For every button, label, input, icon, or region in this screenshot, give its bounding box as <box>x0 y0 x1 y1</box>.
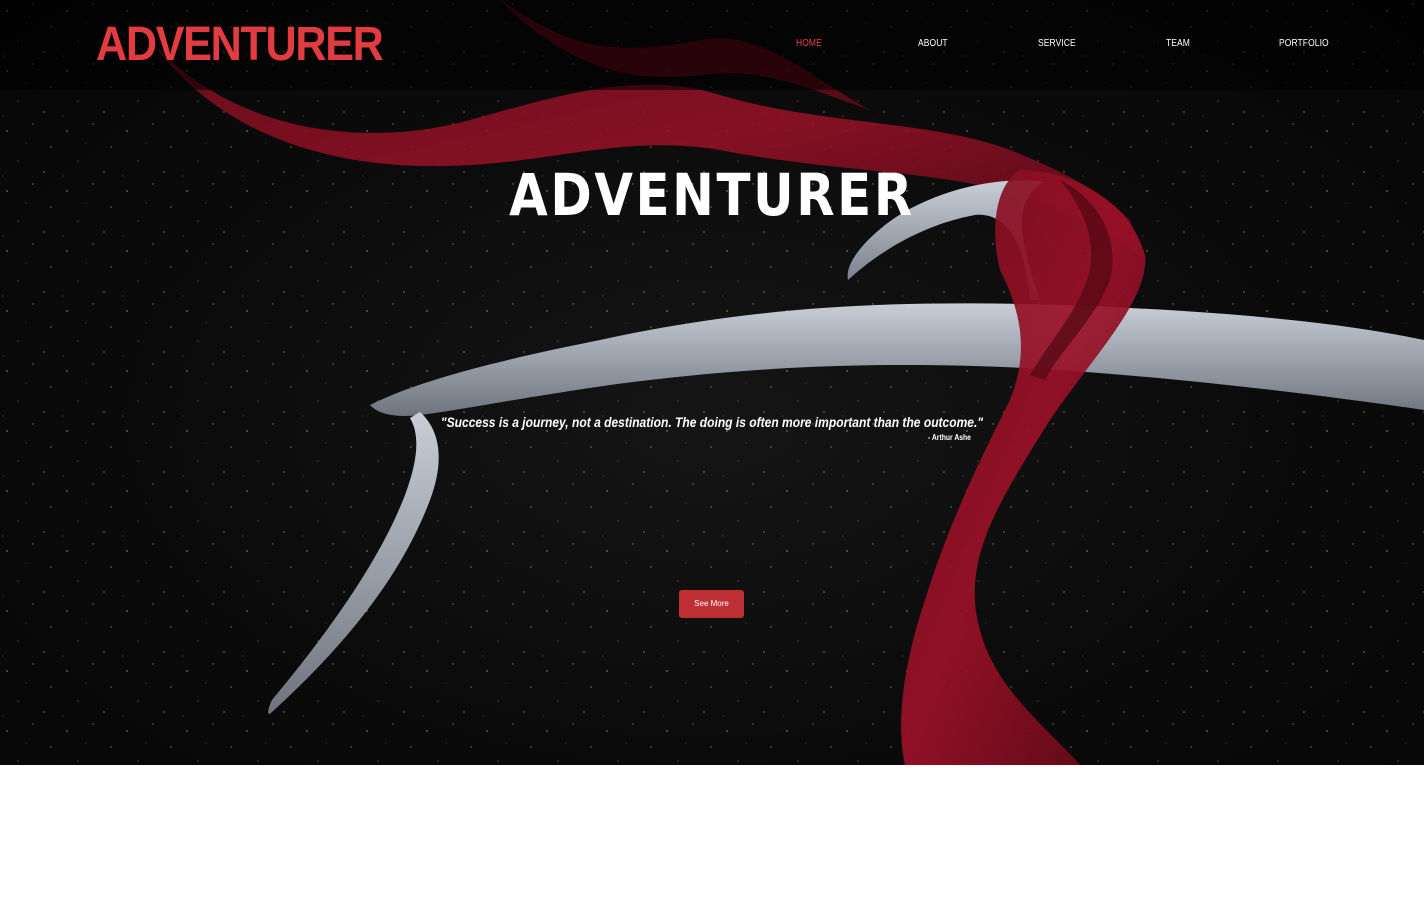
nav-item-home[interactable]: HOME <box>796 38 822 49</box>
quote-author: - Arthur Ashe <box>928 433 971 442</box>
nav-item-about[interactable]: ABOUT <box>918 38 948 49</box>
hero-section <box>0 0 1424 765</box>
top-navbar: ADVENTURER HOME ABOUT SERVICE TEAM PORTF… <box>0 0 1424 90</box>
nav-item-portfolio[interactable]: PORTFOLIO <box>1279 38 1329 49</box>
hero-quote: "Success is a journey, not a destination… <box>440 414 984 430</box>
hero-background-image <box>0 0 1424 765</box>
brand-logo[interactable]: ADVENTURER <box>96 18 384 72</box>
nav-item-service[interactable]: SERVICE <box>1038 38 1076 49</box>
nav-item-team[interactable]: TEAM <box>1166 38 1190 49</box>
hero-title: ADVENTURER <box>509 161 915 229</box>
see-more-button[interactable]: See More <box>679 590 744 618</box>
